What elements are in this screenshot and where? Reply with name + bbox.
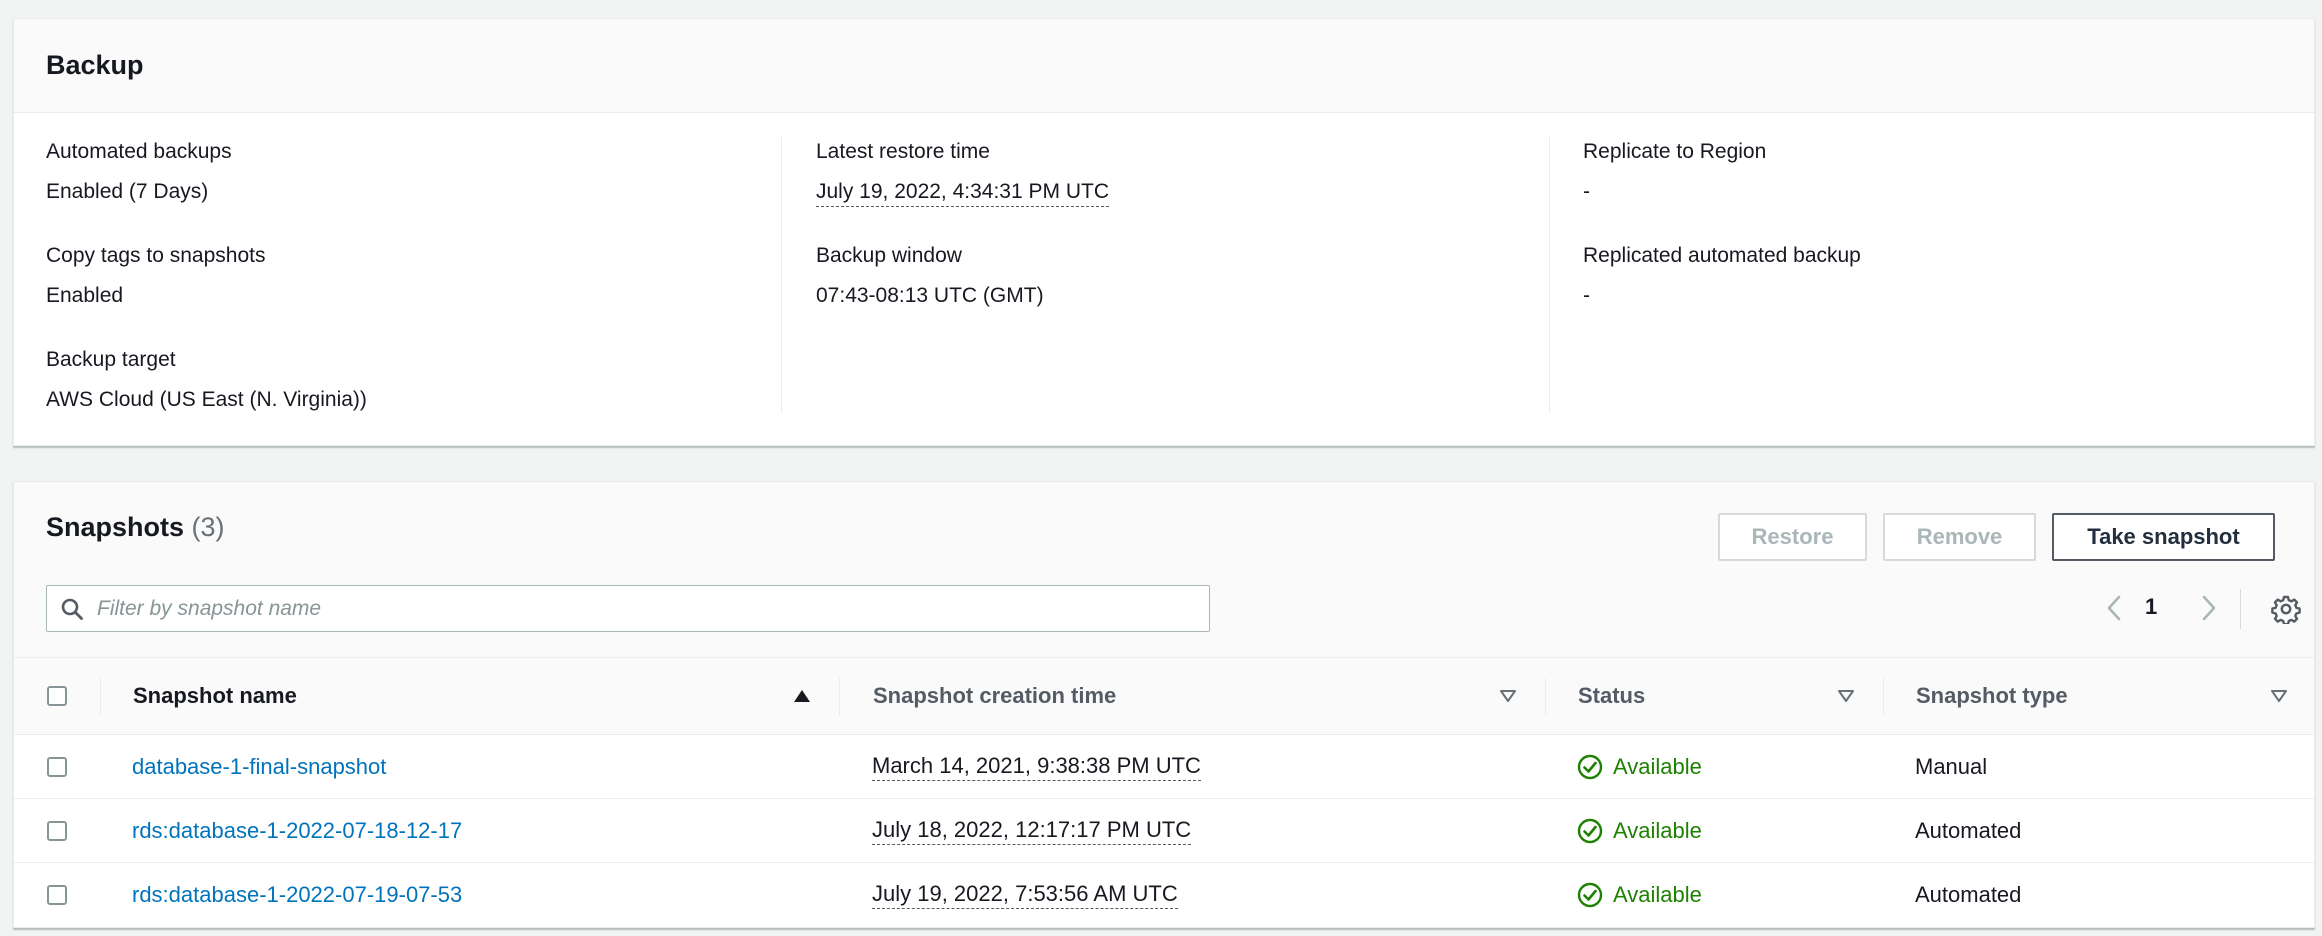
field-label: Automated backups (46, 140, 232, 163)
status-text: Available (1613, 754, 1702, 779)
latest-restore-time-field: Latest restore time July 19, 2022, 4:34:… (816, 137, 1548, 241)
status-badge: Available (1577, 863, 1702, 927)
creation-time[interactable]: July 18, 2022, 12:17:17 PM UTC (872, 817, 1192, 845)
remove-button[interactable]: Remove (1883, 513, 2036, 561)
snapshots-count: (3) (191, 512, 225, 542)
table-header: Snapshot name Snapshot creation time Sta… (14, 657, 2314, 735)
snapshot-type: Manual (1915, 754, 1988, 779)
sort-ascending-icon[interactable] (793, 658, 811, 734)
sort-icon[interactable] (2270, 658, 2288, 734)
gear-icon[interactable] (2271, 594, 2301, 630)
check-circle-icon (1577, 754, 1603, 780)
backup-title: Backup (46, 50, 144, 80)
row-checkbox[interactable] (47, 821, 67, 841)
backup-header: Backup (14, 19, 2314, 113)
field-label: Replicate to Region (1583, 140, 1767, 163)
snapshot-type: Automated (1915, 818, 2022, 843)
field-value: - (1583, 180, 1590, 203)
check-circle-icon (1577, 818, 1603, 844)
check-circle-icon (1577, 882, 1603, 908)
column-separator (1883, 678, 1884, 716)
replicate-region-field: Replicate to Region - (1583, 137, 2316, 241)
chevron-right-icon[interactable] (2199, 593, 2219, 629)
table-row[interactable]: rds:database-1-2022-07-19-07-53 July 19,… (14, 863, 2314, 927)
take-snapshot-button[interactable]: Take snapshot (2052, 513, 2275, 561)
table-row[interactable]: rds:database-1-2022-07-18-12-17 July 18,… (14, 799, 2314, 863)
backup-details: Automated backups Enabled (7 Days) Copy … (14, 137, 2314, 433)
sort-icon[interactable] (1837, 658, 1855, 734)
latest-restore-time-value[interactable]: July 19, 2022, 4:34:31 PM UTC (816, 179, 1109, 207)
backup-column-1: Automated backups Enabled (7 Days) Copy … (46, 137, 786, 413)
filter-input[interactable] (97, 596, 1197, 621)
column-separator (100, 678, 101, 716)
snapshots-title-text: Snapshots (46, 512, 185, 542)
row-checkbox[interactable] (47, 885, 67, 905)
field-value: AWS Cloud (US East (N. Virginia)) (46, 388, 367, 411)
field-label: Backup target (46, 348, 176, 371)
snapshot-filter[interactable] (46, 585, 1210, 632)
status-badge: Available (1577, 799, 1702, 863)
backup-column-3: Replicate to Region - Replicated automat… (1549, 137, 2316, 413)
column-separator (839, 678, 840, 716)
column-header-status[interactable]: Status (1578, 658, 1645, 734)
backup-window-field: Backup window 07:43-08:13 UTC (GMT) (816, 241, 1548, 345)
automated-backups-field: Automated backups Enabled (7 Days) (46, 137, 786, 241)
chevron-left-icon[interactable] (2104, 593, 2124, 629)
field-label: Latest restore time (816, 140, 990, 163)
search-icon (61, 598, 83, 620)
row-checkbox[interactable] (47, 757, 67, 777)
snapshots-title: Snapshots (3) (46, 512, 225, 543)
column-header-snapshot-type[interactable]: Snapshot type (1916, 658, 2068, 734)
snapshot-name-link[interactable]: rds:database-1-2022-07-19-07-53 (132, 863, 462, 927)
backup-target-field: Backup target AWS Cloud (US East (N. Vir… (46, 345, 786, 449)
backup-column-2: Latest restore time July 19, 2022, 4:34:… (781, 137, 1548, 413)
status-text: Available (1613, 818, 1702, 843)
field-label: Replicated automated backup (1583, 244, 1861, 267)
sort-icon[interactable] (1499, 658, 1517, 734)
field-value: Enabled (46, 284, 124, 307)
replicated-backup-field: Replicated automated backup - (1583, 241, 2316, 345)
column-header-snapshot-name[interactable]: Snapshot name (133, 658, 297, 734)
restore-button[interactable]: Restore (1718, 513, 1867, 561)
snapshot-name-link[interactable]: database-1-final-snapshot (132, 735, 386, 799)
backup-panel: Backup Automated backups Enabled (7 Days… (13, 18, 2315, 446)
table-row[interactable]: database-1-final-snapshot March 14, 2021… (14, 735, 2314, 799)
snapshot-name-link[interactable]: rds:database-1-2022-07-18-12-17 (132, 799, 462, 863)
creation-time[interactable]: March 14, 2021, 9:38:38 PM UTC (872, 753, 1201, 781)
page-number[interactable]: 1 (2145, 594, 2157, 620)
field-label: Copy tags to snapshots (46, 244, 266, 267)
field-value: - (1583, 284, 1590, 307)
column-header-creation-time[interactable]: Snapshot creation time (873, 658, 1116, 734)
field-value: 07:43-08:13 UTC (GMT) (816, 284, 1044, 307)
copy-tags-field: Copy tags to snapshots Enabled (46, 241, 786, 345)
select-all-checkbox[interactable] (47, 686, 67, 706)
pagination: 1 (2084, 587, 2314, 631)
snapshots-panel: Snapshots (3) Restore Remove Take snapsh… (13, 481, 2315, 928)
field-label: Backup window (816, 244, 962, 267)
snapshot-type: Automated (1915, 882, 2022, 907)
field-value: Enabled (7 Days) (46, 180, 209, 203)
column-separator (1545, 678, 1546, 716)
status-text: Available (1613, 882, 1702, 907)
pager-divider (2240, 589, 2241, 629)
snapshots-header: Snapshots (3) Restore Remove Take snapsh… (14, 482, 2314, 657)
creation-time[interactable]: July 19, 2022, 7:53:56 AM UTC (872, 881, 1178, 909)
status-badge: Available (1577, 735, 1702, 799)
